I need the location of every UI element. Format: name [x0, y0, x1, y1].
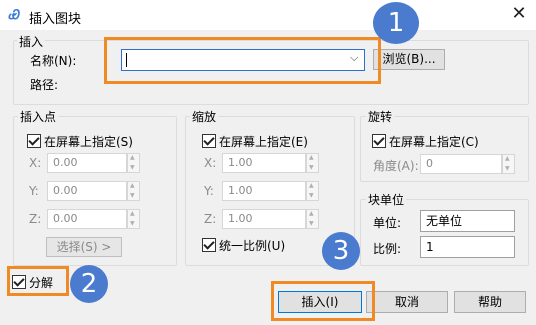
insertion-specify-checkbox[interactable]	[27, 134, 41, 148]
scale-z-field[interactable]: 1.00	[222, 209, 306, 229]
scale-y-field[interactable]: 1.00	[222, 181, 306, 201]
angle-spinner[interactable]	[502, 154, 515, 174]
callout-badge-1: 1	[373, 2, 419, 44]
select-point-button[interactable]: 选择(S) >	[46, 237, 122, 257]
uniform-scale-label: 统一比例(U)	[219, 239, 286, 253]
insertion-z-field[interactable]: 0.00	[47, 209, 127, 229]
insert-group-legend: 插入	[17, 33, 46, 50]
help-button[interactable]: 帮助	[454, 291, 526, 313]
dialog-title: 插入图块	[29, 12, 82, 27]
ratio-label: 比例:	[373, 242, 402, 256]
rotation-specify-label: 在屏幕上指定(C)	[389, 135, 479, 149]
insertion-x-field[interactable]: 0.00	[47, 153, 127, 173]
unit-value: 无单位	[420, 210, 515, 232]
scale-specify-label: 在屏幕上指定(E)	[219, 135, 308, 149]
rotation-specify-checkbox[interactable]	[372, 134, 386, 148]
insertion-z-spinner[interactable]	[127, 209, 140, 229]
scale-x-spinner[interactable]	[306, 153, 319, 173]
close-icon[interactable]: ✕	[508, 3, 530, 25]
scale-y-spinner[interactable]	[306, 181, 319, 201]
scale-x-field[interactable]: 1.00	[222, 153, 306, 173]
insertion-x-spinner[interactable]	[127, 153, 140, 173]
app-icon: Ꮿ	[8, 8, 19, 23]
angle-label: 角度(A):	[373, 159, 419, 173]
browse-button[interactable]: 浏览(B)...	[373, 49, 445, 70]
path-label: 路径:	[30, 78, 59, 92]
cancel-button[interactable]: 取消	[366, 291, 448, 313]
angle-field[interactable]: 0	[420, 154, 502, 174]
scale-z-label: Z:	[204, 212, 217, 226]
unit-label: 单位:	[373, 216, 402, 230]
insertion-x-label: X:	[29, 156, 42, 170]
ratio-value: 1	[420, 236, 515, 258]
insertion-specify-label: 在屏幕上指定(S)	[44, 135, 133, 149]
scale-x-label: X:	[204, 156, 217, 170]
name-label: 名称(N):	[30, 54, 77, 68]
scale-specify-checkbox[interactable]	[202, 134, 216, 148]
insertion-y-spinner[interactable]	[127, 181, 140, 201]
insert-block-dialog: Ꮿ 插入图块 ✕ 插入 名称(N): ⌵ 浏览(B)... 路径: 插入点 在屏…	[0, 0, 536, 325]
scale-y-label: Y:	[204, 184, 214, 198]
uniform-scale-checkbox[interactable]	[202, 238, 216, 252]
insertion-y-field[interactable]: 0.00	[47, 181, 127, 201]
rotation-legend: 旋转	[366, 108, 395, 125]
callout-badge-3: 3	[322, 232, 360, 270]
insertion-y-label: Y:	[29, 184, 39, 198]
scale-legend: 缩放	[190, 108, 219, 125]
insertion-point-legend: 插入点	[18, 108, 59, 125]
highlight-box-name	[104, 37, 381, 84]
highlight-box-insert	[271, 281, 375, 321]
block-unit-legend: 块单位	[366, 191, 407, 208]
scale-z-spinner[interactable]	[306, 209, 319, 229]
insertion-z-label: Z:	[29, 212, 42, 226]
callout-badge-2: 2	[70, 265, 108, 303]
highlight-box-explode	[7, 266, 69, 296]
